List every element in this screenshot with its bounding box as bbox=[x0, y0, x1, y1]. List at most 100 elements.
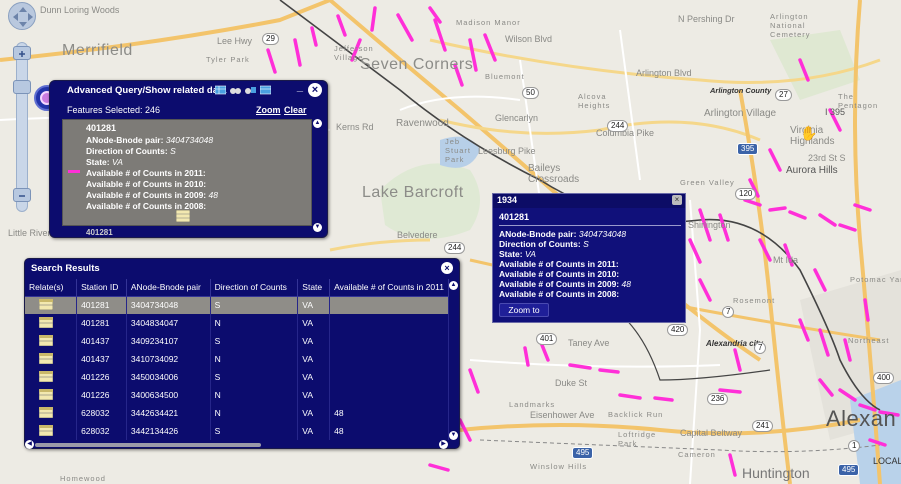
zoom-out-button[interactable] bbox=[13, 188, 31, 202]
close-icon[interactable]: × bbox=[672, 195, 682, 205]
map-label: LOCAL bbox=[873, 456, 901, 466]
relate-cell[interactable] bbox=[25, 350, 78, 368]
map-label: Winslow Hills bbox=[530, 462, 588, 471]
table-cell-c2011 bbox=[329, 314, 449, 332]
query-window-title: Advanced Query/Show related data bbox=[67, 85, 227, 96]
table-row[interactable]: 401226 3450034006 S VA bbox=[25, 368, 449, 386]
column-header[interactable]: Relate(s) bbox=[25, 279, 78, 297]
map-label: Baileys Crossroads bbox=[528, 163, 580, 185]
map-label: Huntington bbox=[742, 465, 810, 481]
relate-data-icon[interactable] bbox=[39, 388, 53, 400]
route-shield: 400 bbox=[873, 372, 895, 384]
feature-popup: 1934 × 401281 ANode-Bnode pair: 34047340… bbox=[492, 193, 686, 323]
scroll-up-icon[interactable]: ▲ bbox=[449, 281, 458, 290]
results-title: Search Results bbox=[31, 263, 100, 274]
table-cell-c2011 bbox=[329, 296, 449, 314]
table-cell-dir: S bbox=[210, 422, 299, 440]
map-label: Potomac Yard bbox=[850, 275, 901, 284]
relate-data-icon[interactable] bbox=[39, 334, 53, 346]
route-shield: 244 bbox=[444, 242, 466, 254]
table-row[interactable]: 401437 3409234107 S VA bbox=[25, 332, 449, 350]
route-shield: 401 bbox=[536, 333, 558, 345]
column-header[interactable]: State bbox=[297, 279, 331, 297]
route-shield: 241 bbox=[752, 420, 774, 432]
map-label: Belvedere bbox=[397, 230, 438, 240]
zoom-slider-handle[interactable] bbox=[13, 80, 31, 94]
relate-cell[interactable] bbox=[25, 296, 78, 314]
column-header[interactable]: Direction of Counts bbox=[210, 279, 299, 297]
scroll-down-icon[interactable]: ▼ bbox=[313, 223, 322, 232]
map-label: Aurora Hills bbox=[786, 165, 838, 176]
horizontal-scroll-thumb[interactable] bbox=[35, 443, 261, 447]
interstate-shield: 395 bbox=[737, 143, 759, 155]
relate-cell[interactable] bbox=[25, 314, 78, 332]
relate-cell[interactable] bbox=[25, 368, 78, 386]
column-header[interactable]: Station ID bbox=[76, 279, 127, 297]
table-cell-pair: 3442634421 bbox=[126, 404, 211, 422]
relate-data-icon[interactable] bbox=[39, 298, 53, 310]
relate-cell[interactable] bbox=[25, 332, 78, 350]
table-cell-pair: 3409234107 bbox=[126, 332, 211, 350]
table-row[interactable]: 628032 3442134426 S VA 48 bbox=[25, 422, 449, 440]
minimize-button[interactable]: _ bbox=[297, 81, 303, 93]
scroll-up-icon[interactable]: ▲ bbox=[313, 119, 322, 128]
popup-line: Available # of Counts in 2011: bbox=[499, 259, 619, 269]
results-horizontal-scrollbar[interactable]: ◀ ▶ bbox=[25, 440, 449, 449]
results-vertical-scrollbar[interactable]: ▲ ▼ bbox=[449, 279, 459, 442]
zoom-link[interactable]: Zoom bbox=[256, 105, 281, 115]
interstate-shield: 495 bbox=[838, 464, 860, 476]
map-label: Green Valley bbox=[680, 178, 735, 187]
next-record-id: 401281 bbox=[86, 228, 113, 237]
table-cell-dir: N bbox=[210, 404, 299, 422]
table-row[interactable]: 628032 3442634421 N VA 48 bbox=[25, 404, 449, 422]
zoom-in-button[interactable] bbox=[13, 46, 31, 60]
route-shield: 244 bbox=[607, 120, 629, 132]
map-navigation-control bbox=[2, 2, 42, 262]
column-header[interactable]: Available # of Counts in 2011 bbox=[329, 279, 449, 297]
scroll-down-icon[interactable]: ▼ bbox=[449, 431, 458, 440]
scroll-right-icon[interactable]: ▶ bbox=[439, 440, 448, 449]
relate-data-icon[interactable] bbox=[39, 370, 53, 382]
route-shield: 50 bbox=[522, 87, 539, 99]
map-label: Kerns Rd bbox=[336, 122, 374, 132]
map-label: Backlick Run bbox=[608, 410, 664, 419]
table-row[interactable]: 401226 3400634500 N VA bbox=[25, 386, 449, 404]
close-icon[interactable]: × bbox=[308, 83, 322, 97]
close-icon[interactable]: × bbox=[441, 262, 453, 274]
relate-data-icon[interactable] bbox=[39, 406, 53, 418]
map-label: Wilson Blvd bbox=[505, 34, 553, 44]
relate-data-icon[interactable] bbox=[39, 352, 53, 364]
scroll-left-icon[interactable]: ◀ bbox=[25, 440, 34, 449]
table-cell-state: VA bbox=[297, 332, 331, 350]
map-label: Loftridge Park bbox=[618, 430, 657, 448]
zoom-to-button[interactable]: Zoom to bbox=[499, 303, 549, 317]
table-row[interactable]: 401437 3410734092 N VA bbox=[25, 350, 449, 368]
table-cell-state: VA bbox=[297, 296, 331, 314]
zoom-slider[interactable] bbox=[16, 42, 28, 212]
relate-cell[interactable] bbox=[25, 386, 78, 404]
table-cell-station: 401281 bbox=[76, 296, 127, 314]
relate-cell[interactable] bbox=[25, 422, 78, 440]
pan-control[interactable] bbox=[8, 2, 36, 30]
table-cell-station: 401437 bbox=[76, 350, 127, 368]
table-cell-pair: 3404734048 bbox=[126, 296, 211, 314]
column-header[interactable]: ANode-Bnode pair bbox=[126, 279, 211, 297]
clear-link[interactable]: Clear bbox=[284, 105, 307, 115]
popup-number: 1934 bbox=[497, 195, 518, 205]
table-row[interactable]: 401281 3404834047 N VA bbox=[25, 314, 449, 332]
binoculars-icon[interactable] bbox=[230, 85, 241, 95]
map-label: Arlington County bbox=[710, 86, 772, 95]
query-scrollbar[interactable]: ▲ ▼ bbox=[313, 119, 323, 232]
search-results-window: Search Results × Relate(s) Station ID AN… bbox=[24, 258, 460, 449]
relate-data-icon[interactable] bbox=[39, 316, 53, 328]
binoculars-table-icon[interactable] bbox=[245, 85, 256, 95]
route-shield: 120 bbox=[735, 188, 757, 200]
relate-data-icon[interactable] bbox=[39, 424, 53, 436]
table-export-icon[interactable] bbox=[260, 85, 271, 95]
table-icon[interactable] bbox=[215, 85, 226, 95]
table-cell-pair: 3450034006 bbox=[126, 368, 211, 386]
relate-cell[interactable] bbox=[25, 404, 78, 422]
divider bbox=[499, 225, 681, 226]
table-row[interactable]: 401281 3404734048 S VA bbox=[25, 296, 449, 314]
relate-data-icon[interactable] bbox=[176, 210, 190, 222]
